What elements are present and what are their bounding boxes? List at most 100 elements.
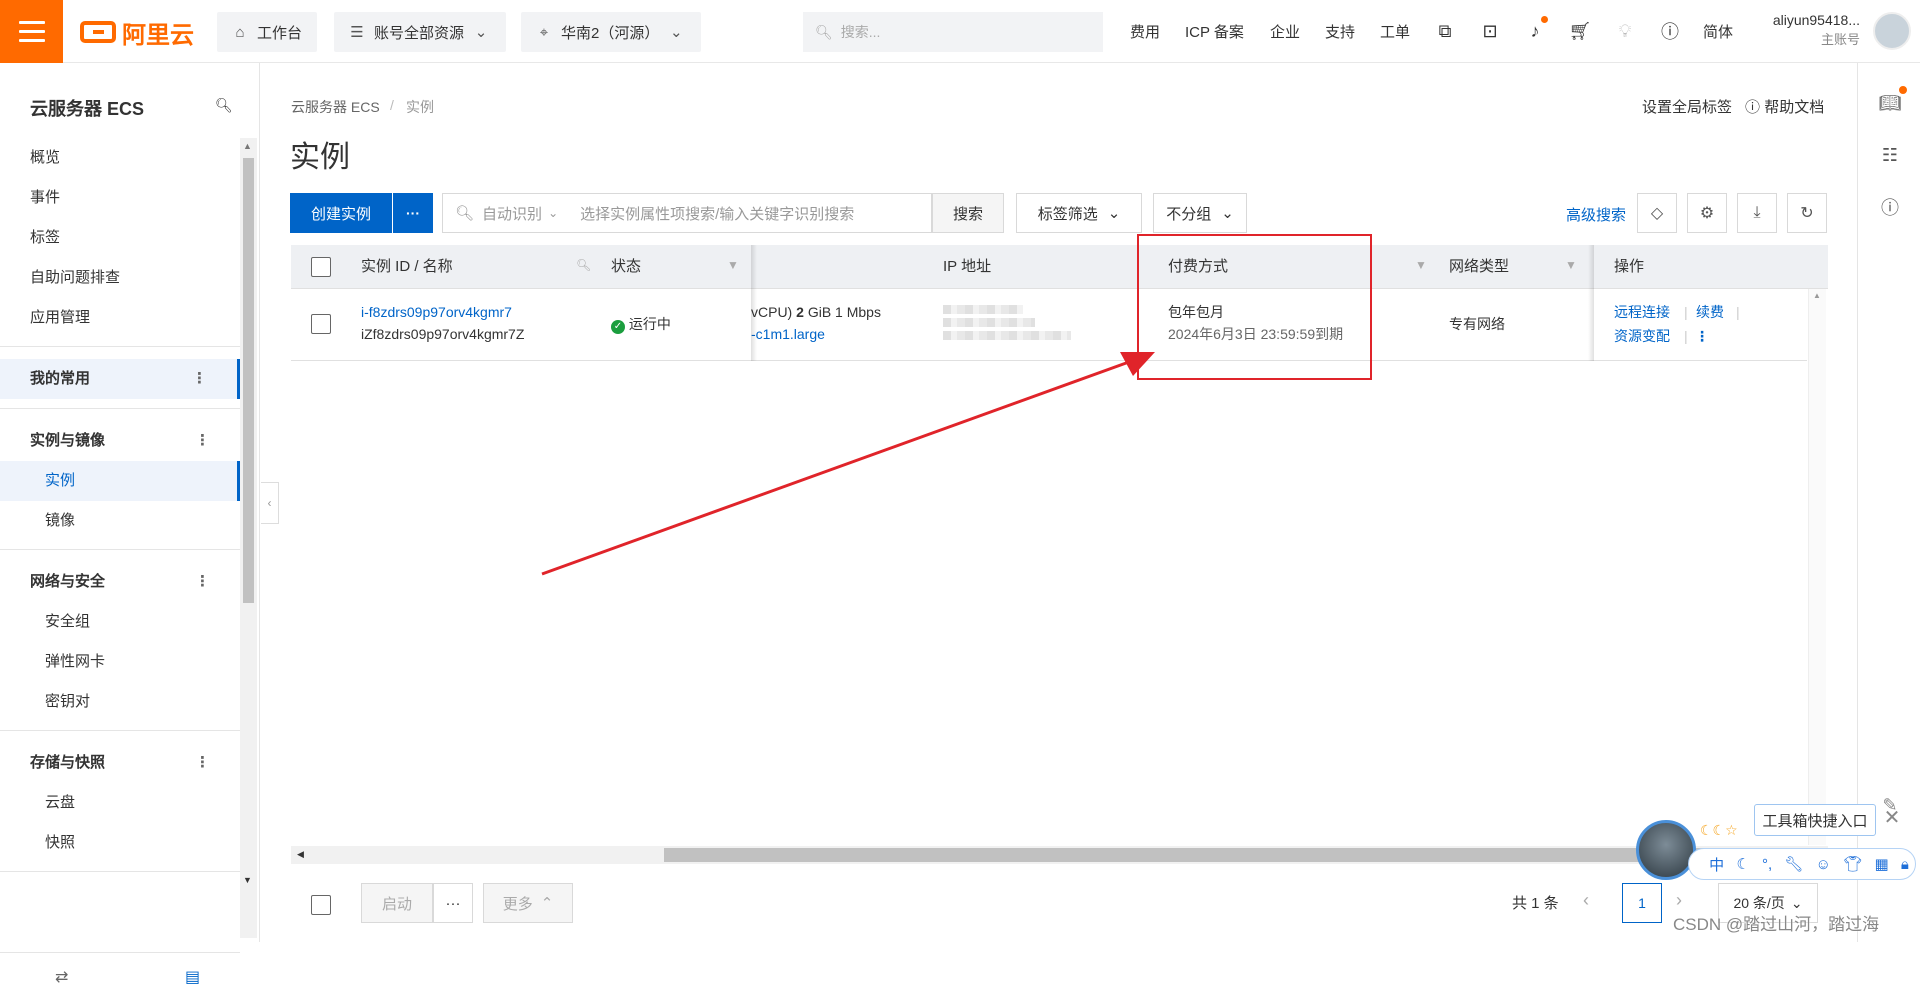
advanced-search-link[interactable]: 高级搜索 [1566, 204, 1626, 225]
switch-icon[interactable]: ⇄ [55, 967, 68, 987]
help-icon[interactable]: ⓘ [1657, 18, 1683, 44]
grid-icon[interactable]: ▦ [1874, 855, 1888, 873]
refresh-icon[interactable]: ↻ [1787, 193, 1827, 233]
layers-icon[interactable]: ◇ [1637, 193, 1677, 233]
more-vert-icon[interactable]: ⋮ [195, 421, 210, 461]
scroll-left-icon[interactable]: ◀ [297, 849, 304, 860]
sidebar-item-disk[interactable]: 云盘 [0, 783, 240, 823]
toolbox-avatar[interactable] [1636, 820, 1696, 880]
instance-id-link[interactable]: i-f8zdrs09p97orv4kgmr7 [361, 301, 512, 323]
footer-select-all-checkbox[interactable] [311, 895, 331, 915]
row-checkbox[interactable] [311, 314, 331, 334]
scroll-up-icon[interactable]: ▲ [243, 141, 252, 151]
sidebar-scroll-thumb[interactable] [243, 158, 254, 603]
terminal-icon[interactable]: ⊡ [1477, 18, 1503, 44]
sidebar-group-instances[interactable]: 实例与镜像 ⋮ [0, 421, 240, 461]
footer-more-button[interactable]: ··· [433, 883, 473, 923]
more-actions-button[interactable]: 更多 ⌃ [483, 883, 573, 923]
ime-toolbar[interactable]: 中 ☾ °, 🔧︎ ☺ 👕︎ ▦ 🔒︎ [1688, 848, 1916, 880]
global-search-input[interactable]: 🔍︎ 搜索... [803, 12, 1103, 52]
cart-icon[interactable]: 🛒︎ [1567, 18, 1593, 44]
sidebar-item-eni[interactable]: 弹性网卡 [0, 642, 240, 682]
help-docs-link[interactable]: ⓘ 帮助文档 [1745, 96, 1824, 117]
sidebar-group-network[interactable]: 网络与安全 ⋮ [0, 562, 240, 602]
nav-fees[interactable]: 费用 [1130, 0, 1160, 63]
language-switch[interactable]: 简体 [1703, 0, 1733, 63]
workbench-button[interactable]: ⌂ 工作台 [217, 12, 317, 52]
download-icon[interactable]: ⤓ [1737, 193, 1777, 233]
renew-link[interactable]: 续费 [1696, 301, 1724, 323]
page-number-current[interactable]: 1 [1622, 883, 1662, 923]
user-account[interactable]: aliyun95418... 主账号 [1760, 10, 1860, 50]
instance-filter-input[interactable]: 🔍︎ 自动识别 ⌄ 选择实例属性项搜索/输入关键字识别搜索 [442, 193, 932, 233]
punctuation-icon[interactable]: °, [1762, 856, 1772, 873]
nav-enterprise[interactable]: 企业 [1270, 0, 1300, 63]
menu-icon[interactable] [0, 0, 63, 63]
collapse-sidebar-icon[interactable]: ‹ [261, 482, 279, 524]
ai-assistant-icon[interactable]: ⧉ [1432, 18, 1458, 44]
prev-page-icon[interactable]: ‹ [1583, 890, 1589, 911]
change-spec-link[interactable]: 资源变配 [1614, 325, 1670, 347]
wrench-icon[interactable]: 🔧︎ [1784, 855, 1803, 873]
next-page-icon[interactable]: › [1676, 890, 1682, 911]
smile-icon[interactable]: ☺ [1816, 856, 1831, 873]
search-icon[interactable]: 🔍︎ [576, 258, 591, 272]
auto-detect-select[interactable]: 自动识别 [482, 203, 542, 224]
ime-language[interactable]: 中 [1709, 854, 1724, 875]
sidebar-item-instances[interactable]: 实例 [0, 461, 240, 501]
chevron-down-icon: ⌄ [548, 206, 559, 220]
global-tags-link[interactable]: 设置全局标签 [1642, 96, 1732, 117]
remote-connect-link[interactable]: 远程连接 [1614, 301, 1670, 323]
start-button[interactable]: 启动 [361, 883, 433, 923]
create-instance-button[interactable]: 创建实例 [290, 193, 392, 233]
more-vert-icon[interactable]: ⋮ [1695, 325, 1709, 347]
breadcrumb-root[interactable]: 云服务器 ECS [291, 97, 380, 117]
sidebar-item-snapshot[interactable]: 快照 [0, 823, 240, 863]
settings-icon[interactable]: ⚙ [1687, 193, 1727, 233]
group-select[interactable]: 不分组 ⌄ [1153, 193, 1247, 233]
close-icon[interactable]: ✕ [1881, 806, 1903, 829]
tag-filter-select[interactable]: 标签筛选 ⌄ [1016, 193, 1142, 233]
column-instance-id: 实例 ID / 名称 [361, 258, 453, 275]
sidebar-item-overview[interactable]: 概览 [0, 138, 240, 178]
avatar[interactable] [1873, 12, 1911, 50]
nav-support[interactable]: 支持 [1325, 0, 1355, 63]
sidebar-item-apps[interactable]: 应用管理 [0, 298, 240, 338]
resource-selector[interactable]: ☰ 账号全部资源 ⌄ [334, 12, 506, 52]
sidebar-item-tags[interactable]: 标签 [0, 218, 240, 258]
sidebar-item-keypair[interactable]: 密钥对 [0, 682, 240, 722]
sidebar-group-storage[interactable]: 存储与快照 ⋮ [0, 743, 240, 783]
filter-icon[interactable]: ▼ [727, 258, 741, 272]
aliyun-logo[interactable]: 阿里云 [80, 18, 194, 49]
sidebar-search-icon[interactable]: 🔍︎ [215, 97, 233, 114]
filter-icon[interactable]: ▼ [1565, 258, 1579, 272]
nav-icp[interactable]: ICP 备案 [1185, 0, 1244, 63]
sidebar-item-events[interactable]: 事件 [0, 178, 240, 218]
lock-icon[interactable]: 🔒︎ [1901, 856, 1909, 873]
more-vert-icon[interactable]: ⋮ [195, 743, 210, 783]
more-vert-icon[interactable]: ⋮ [192, 359, 207, 399]
scroll-down-icon[interactable]: ▼ [243, 875, 252, 885]
toolbox-tooltip[interactable]: 工具箱快捷入口 [1754, 804, 1876, 836]
book-icon[interactable]: 📖︎ [1878, 91, 1902, 115]
search-button[interactable]: 搜索 [932, 193, 1004, 233]
table-vertical-scrollbar[interactable]: ▲ [1808, 289, 1826, 845]
scroll-up-icon[interactable]: ▲ [1813, 291, 1821, 300]
checklist-icon[interactable]: ☷ [1878, 143, 1902, 167]
create-more-button[interactable]: ··· [393, 193, 433, 233]
lightbulb-icon[interactable]: 💡︎ [1612, 18, 1638, 44]
horizontal-scroll-thumb[interactable] [664, 848, 1714, 862]
nav-ticket[interactable]: 工单 [1380, 0, 1410, 63]
sidebar-item-images[interactable]: 镜像 [0, 501, 240, 541]
region-selector[interactable]: ⌖ 华南2（河源） ⌄ [521, 12, 701, 52]
chat-icon[interactable]: ▤ [185, 967, 200, 987]
shirt-icon[interactable]: 👕︎ [1843, 855, 1862, 873]
help-icon[interactable]: ⓘ [1878, 195, 1902, 219]
moon-icon[interactable]: ☾ [1736, 855, 1749, 873]
filter-icon[interactable]: ▼ [1415, 258, 1429, 272]
select-all-checkbox[interactable] [311, 257, 331, 277]
sidebar-group-favorites[interactable]: 我的常用 ⋮ [0, 359, 240, 399]
sidebar-item-security-group[interactable]: 安全组 [0, 602, 240, 642]
more-vert-icon[interactable]: ⋮ [195, 562, 210, 602]
sidebar-item-troubleshoot[interactable]: 自助问题排查 [0, 258, 240, 298]
